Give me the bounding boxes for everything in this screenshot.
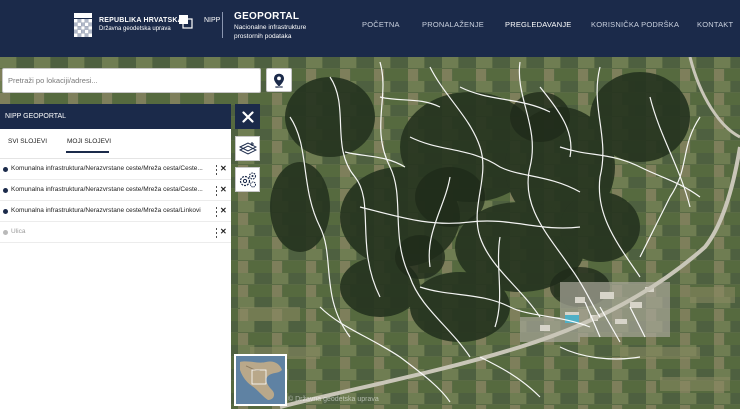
settings-icon xyxy=(239,171,256,187)
nipp-logo xyxy=(179,15,193,29)
more-options-icon[interactable] xyxy=(214,228,219,238)
location-pin-icon xyxy=(274,73,284,88)
layer-label: Ulica xyxy=(11,228,26,235)
more-options-icon[interactable] xyxy=(214,186,219,196)
overview-map[interactable] xyxy=(234,354,287,406)
remove-layer-icon[interactable]: ✕ xyxy=(220,227,227,236)
close-panel-button[interactable] xyxy=(235,104,260,129)
nav-pregledavanje[interactable]: PREGLEDAVANJE xyxy=(505,20,572,29)
layer-row[interactable]: Komunalna infrastruktura/Nerazvrstane ce… xyxy=(0,159,231,180)
portal-subtitle: Nacionalne infrastrukture prostornih pod… xyxy=(234,24,307,40)
rh-title: REPUBLIKA HRVATSKA xyxy=(99,17,183,24)
rh-subtitle: Državna geodetska uprava xyxy=(99,26,171,32)
top-header: REPUBLIKA HRVATSKA Državna geodetska upr… xyxy=(0,0,740,57)
layer-label: Komunalna infrastruktura/Nerazvrstane ce… xyxy=(11,186,203,193)
panel-tabs: SVI SLOJEVI MOJI SLOJEVI xyxy=(0,129,231,159)
panel-title: NIPP GEOPORTAL xyxy=(0,104,231,129)
portal-branding[interactable]: GEOPORTAL Nacionalne infrastrukture pros… xyxy=(234,11,316,41)
layer-label: Komunalna infrastruktura/Nerazvrstane ce… xyxy=(11,165,203,172)
layer-label: Komunalna infrastruktura/Nerazvrstane ce… xyxy=(11,207,201,214)
layers-button[interactable] xyxy=(235,136,260,161)
layer-status-dot[interactable] xyxy=(3,167,8,172)
search-input[interactable] xyxy=(3,69,260,92)
layer-status-dot[interactable] xyxy=(3,230,8,235)
header-divider xyxy=(222,12,223,38)
locate-button[interactable] xyxy=(266,68,292,92)
tab-moji-slojevi[interactable]: MOJI SLOJEVI xyxy=(67,138,111,145)
remove-layer-icon[interactable]: ✕ xyxy=(220,206,227,215)
remove-layer-icon[interactable]: ✕ xyxy=(220,164,227,173)
nipp-label: NIPP xyxy=(204,17,221,24)
layer-row[interactable]: Ulica ✕ xyxy=(0,222,231,243)
layer-status-dot[interactable] xyxy=(3,188,8,193)
map-attribution: © Državna geodetska uprava xyxy=(288,396,379,403)
layer-status-dot[interactable] xyxy=(3,209,8,214)
settings-button[interactable] xyxy=(235,167,260,192)
tab-svi-slojevi[interactable]: SVI SLOJEVI xyxy=(8,138,47,145)
more-options-icon[interactable] xyxy=(214,165,219,175)
nav-pronalazenje[interactable]: PRONALAŽENJE xyxy=(422,20,484,29)
overview-map-image xyxy=(236,356,285,404)
close-icon xyxy=(241,110,254,123)
search-box[interactable] xyxy=(2,68,261,93)
layers-panel: NIPP GEOPORTAL SVI SLOJEVI MOJI SLOJEVI … xyxy=(0,104,231,409)
nav-pocetna[interactable]: POČETNA xyxy=(362,20,400,29)
layer-row[interactable]: Komunalna infrastruktura/Nerazvrstane ce… xyxy=(0,201,231,222)
nav-kontakt[interactable]: KONTAKT xyxy=(697,20,733,29)
active-tab-indicator xyxy=(66,151,109,153)
layers-icon xyxy=(238,141,257,155)
more-options-icon[interactable] xyxy=(214,207,219,217)
portal-title: GEOPORTAL xyxy=(234,11,300,22)
layer-row[interactable]: Komunalna infrastruktura/Nerazvrstane ce… xyxy=(0,180,231,201)
nav-korisnicka-podrska[interactable]: KORISNIČKA PODRŠKA xyxy=(591,20,679,29)
croatia-coat-of-arms-logo xyxy=(74,13,92,37)
rh-branding: REPUBLIKA HRVATSKA Državna geodetska upr… xyxy=(99,17,183,32)
remove-layer-icon[interactable]: ✕ xyxy=(220,185,227,194)
